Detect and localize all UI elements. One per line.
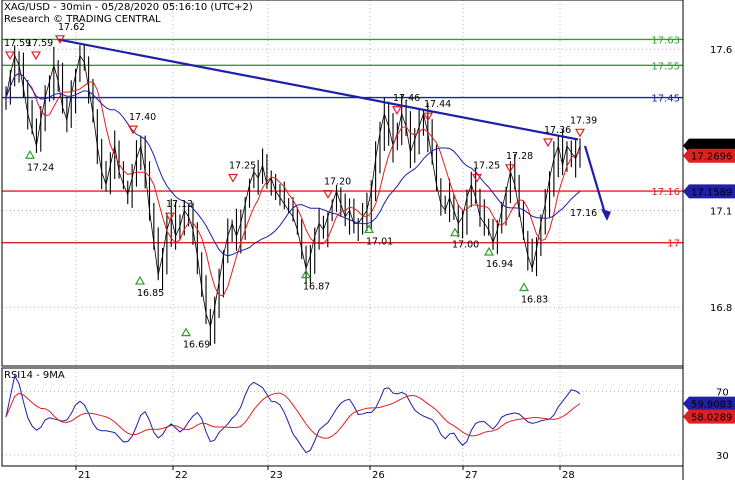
level-label: 17.45 — [651, 94, 680, 105]
low-label: 16.85 — [137, 288, 164, 299]
high-label: 17.25 — [229, 160, 256, 171]
rsi-panel-frame — [1, 367, 684, 467]
high-label: 17.25 — [473, 160, 500, 171]
price-y-tick-label: 17.6 — [710, 45, 732, 56]
low-marker — [518, 282, 530, 292]
rsi-title: RSI14 - 9MA — [4, 370, 65, 381]
low-label: 17.24 — [27, 162, 54, 173]
low-label: 16.87 — [303, 282, 330, 293]
x-tick-label: 28 — [562, 470, 575, 480]
rsi-panel: RSI14 - 9MA 59.9083 58.0289 — [4, 370, 735, 454]
level-label: 17.16 — [651, 187, 680, 198]
x-tick-label: 21 — [78, 470, 91, 480]
high-marker — [391, 106, 403, 115]
low-marker — [24, 150, 36, 159]
high-marker — [574, 128, 586, 138]
x-tick-label: 23 — [270, 470, 283, 480]
high-marker — [127, 125, 139, 135]
rsi-y-tick-label: 30 — [716, 451, 729, 462]
x-tick-label: 26 — [372, 470, 385, 480]
high-label: 17.59 — [26, 38, 53, 49]
ma-fast-value-box-label: 17.2696 — [691, 152, 732, 163]
price-y-tick-label: 17.1 — [710, 206, 732, 217]
forecast-arrow-line — [583, 145, 608, 218]
chart-overlays: 17.5917.5917.6217.4017.2517.1317.2017.46… — [4, 22, 611, 351]
chart-area: 17.6317.5517.4517.1617 17.5917.5917.6217… — [1, 0, 735, 480]
chart-credit: Research © TRADING CENTRAL — [4, 14, 161, 25]
low-label: 16.94 — [486, 259, 513, 270]
high-label: 17.40 — [129, 112, 156, 123]
low-label: 17.01 — [366, 236, 393, 247]
price-y-tick-label: 16.8 — [710, 303, 732, 314]
low-marker — [180, 327, 192, 337]
trendline — [57, 38, 579, 141]
high-label: 17.28 — [506, 151, 533, 162]
rsi-line — [5, 374, 581, 454]
forecast-arrow-head — [601, 208, 611, 221]
price-series — [5, 43, 581, 346]
high-label: 17.20 — [324, 177, 351, 188]
level-label: 17.55 — [651, 61, 680, 72]
low-label: 16.69 — [183, 340, 210, 351]
rsi-ma-value-box-label: 58.0289 — [691, 413, 732, 424]
target-label: 17.16 — [570, 208, 597, 219]
low-label: 16.83 — [521, 294, 548, 305]
high-marker — [227, 173, 239, 183]
level-label: 17.63 — [651, 35, 680, 46]
rsi-y-tick-label: 70 — [716, 388, 729, 399]
rsi-ma-line — [5, 392, 581, 439]
high-label: 17.44 — [424, 99, 451, 110]
high-marker — [542, 138, 554, 148]
low-marker — [134, 275, 146, 285]
high-label: 17.46 — [393, 93, 420, 104]
high-label: 17.36 — [544, 125, 571, 136]
rsi-value-box-label: 59.9083 — [691, 400, 732, 411]
high-label: 17.39 — [570, 115, 597, 126]
low-marker — [483, 246, 495, 256]
high-marker — [4, 51, 16, 61]
level-label: 17 — [667, 239, 680, 250]
chart-title: XAG/USD - 30min - 05/28/2020 05:16:10 (U… — [4, 2, 253, 13]
high-label: 17.13 — [166, 199, 193, 210]
high-marker — [30, 51, 42, 61]
x-tick-label: 27 — [465, 470, 478, 480]
low-label: 17.00 — [452, 240, 479, 251]
grid-lines — [2, 0, 683, 466]
ma-slow-value-box-label: 17.1589 — [691, 187, 732, 198]
x-tick-label: 22 — [175, 470, 188, 480]
